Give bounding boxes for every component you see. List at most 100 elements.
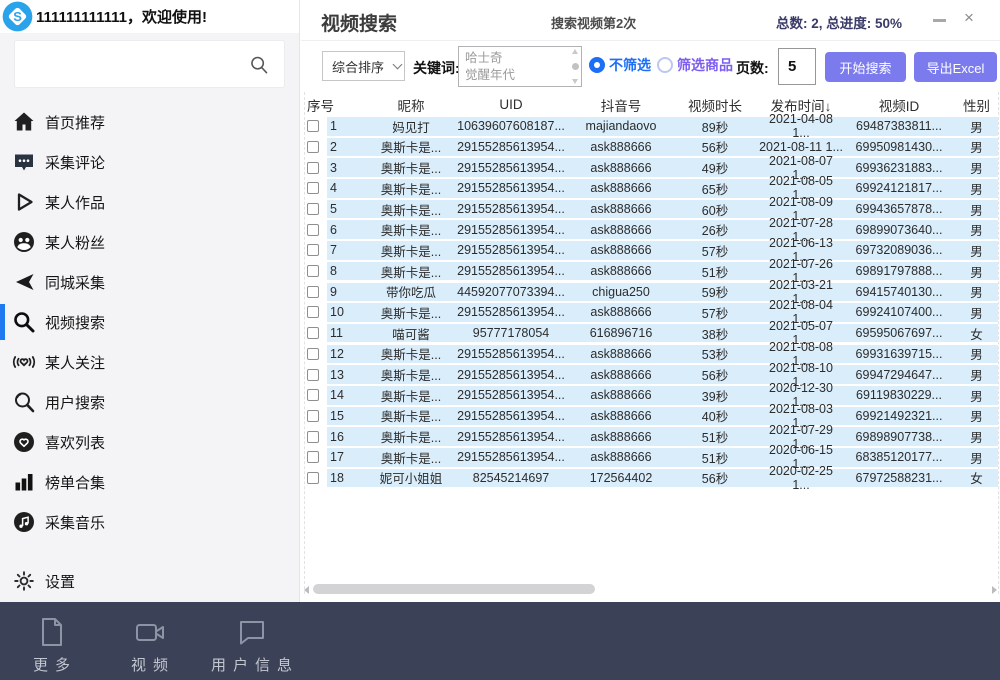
pages-input[interactable] xyxy=(778,48,816,85)
scroll-left-icon[interactable] xyxy=(304,586,309,594)
file-icon xyxy=(34,614,70,650)
row-checkbox[interactable] xyxy=(307,327,319,340)
row-checkbox[interactable] xyxy=(307,265,319,278)
active-indicator-bar xyxy=(0,504,5,540)
progress-status-text: 总数: 2, 总进度: 50% xyxy=(776,16,903,31)
sidebar-item-fans[interactable]: 某人粉丝 xyxy=(0,222,299,262)
bottombar-item-user-info[interactable]: 用户信息 xyxy=(204,614,299,675)
radio-filter-goods[interactable]: 筛选商品 xyxy=(657,55,733,75)
comment-icon xyxy=(12,150,36,174)
active-indicator-bar xyxy=(0,264,5,300)
video-icon xyxy=(132,614,168,650)
keyword-textarea[interactable]: 哈士奇 觉醒年代 xyxy=(458,46,582,87)
sidebar-header: S 111111111111，欢迎使用! xyxy=(0,0,299,33)
table-row[interactable]: 14 奥斯卡是... 29155285613954... ask888666 3… xyxy=(305,381,998,409)
play-icon xyxy=(12,190,36,214)
column-header-gender[interactable]: 性别 xyxy=(955,95,998,115)
gear-icon xyxy=(12,569,36,593)
table-row[interactable]: 17 奥斯卡是... 29155285613954... ask888666 5… xyxy=(305,443,998,471)
row-checkbox[interactable] xyxy=(307,161,319,174)
row-checkbox[interactable] xyxy=(307,223,319,236)
page-title: 视频搜索 xyxy=(321,14,398,35)
row-checkbox[interactable] xyxy=(307,244,319,257)
table-header-row: 序号 昵称 UID 抖音号 视频时长 发布时间↓ 视频ID 性别 xyxy=(305,92,998,117)
table-row[interactable]: 5 奥斯卡是... 29155285613954... ask888666 60… xyxy=(305,195,998,223)
heart-icon xyxy=(12,430,36,454)
main-panel: 视频搜索 搜索视频第2次 总数: 2, 总进度: 50% × 综合排序 关键词:… xyxy=(301,0,1000,602)
table-row[interactable]: 6 奥斯卡是... 29155285613954... ask888666 26… xyxy=(305,216,998,244)
sidebar-item-home[interactable]: 首页推荐 xyxy=(0,102,299,142)
sidebar-item-works[interactable]: 某人作品 xyxy=(0,182,299,222)
sidebar-item-music[interactable]: 采集音乐 xyxy=(0,502,299,542)
location-icon xyxy=(12,270,36,294)
settings-label: 设置 xyxy=(45,573,76,591)
chevron-down-icon xyxy=(392,59,403,69)
row-checkbox[interactable] xyxy=(307,285,319,298)
table-row[interactable]: 3 奥斯卡是... 29155285613954... ask888666 49… xyxy=(305,154,998,182)
sidebar-item-following[interactable]: 某人关注 xyxy=(0,342,299,382)
table-row[interactable]: 7 奥斯卡是... 29155285613954... ask888666 57… xyxy=(305,236,998,264)
column-header-no[interactable]: 序号 xyxy=(305,95,371,115)
table-row[interactable]: 10 奥斯卡是... 29155285613954... ask888666 5… xyxy=(305,298,998,326)
column-header-nickname[interactable]: 昵称 xyxy=(371,95,451,115)
search-icon xyxy=(248,54,270,76)
sidebar-item-rankings[interactable]: 榜单合集 xyxy=(0,462,299,502)
sidebar-item-settings[interactable]: 设置 xyxy=(0,561,299,601)
table-row[interactable]: 13 奥斯卡是... 29155285613954... ask888666 5… xyxy=(305,361,998,389)
row-checkbox[interactable] xyxy=(307,368,319,381)
follow-icon xyxy=(12,350,36,374)
sidebar-item-video-search[interactable]: 视频搜索 xyxy=(0,302,299,342)
start-search-button[interactable]: 开始搜索 xyxy=(825,52,906,82)
sidebar-item-user-search[interactable]: 用户搜索 xyxy=(0,382,299,422)
row-checkbox[interactable] xyxy=(307,182,319,195)
textarea-scrollbar[interactable] xyxy=(571,49,579,84)
table-row[interactable]: 11 喵可酱 95777178054 616896716 38秒 2021-05… xyxy=(305,319,998,347)
row-checkbox[interactable] xyxy=(307,471,319,484)
fans-icon xyxy=(12,230,36,254)
sidebar-item-city[interactable]: 同城采集 xyxy=(0,262,299,302)
sidebar-item-likes[interactable]: 喜欢列表 xyxy=(0,422,299,462)
table-row[interactable]: 12 奥斯卡是... 29155285613954... ask888666 5… xyxy=(305,340,998,368)
table-row[interactable]: 18 妮可小姐姐 82545214697 172564402 56秒 2020-… xyxy=(305,464,998,492)
scrollbar-thumb[interactable] xyxy=(313,584,595,594)
table-row[interactable]: 16 奥斯卡是... 29155285613954... ask888666 5… xyxy=(305,423,998,451)
bottombar-item-more[interactable]: 更多 xyxy=(26,614,77,675)
row-checkbox[interactable] xyxy=(307,347,319,360)
row-checkbox[interactable] xyxy=(307,389,319,402)
scroll-right-icon[interactable] xyxy=(992,586,997,594)
row-checkbox[interactable] xyxy=(307,451,319,464)
table-row[interactable]: 1 妈见打 10639607608187... majiandaovo 89秒 … xyxy=(305,112,998,140)
row-checkbox[interactable] xyxy=(307,430,319,443)
column-header-video-id[interactable]: 视频ID xyxy=(843,95,955,115)
minimize-button[interactable] xyxy=(933,19,946,22)
table-row[interactable]: 8 奥斯卡是... 29155285613954... ask888666 51… xyxy=(305,257,998,285)
row-checkbox[interactable] xyxy=(307,203,319,216)
sidebar-item-comments[interactable]: 采集评论 xyxy=(0,142,299,182)
user-search-icon xyxy=(12,390,36,414)
row-checkbox[interactable] xyxy=(307,120,319,133)
horizontal-scrollbar xyxy=(304,583,997,595)
column-header-duration[interactable]: 视频时长 xyxy=(671,95,759,115)
row-checkbox[interactable] xyxy=(307,409,319,422)
table-row[interactable]: 9 带你吃瓜 44592077073394... chigua250 59秒 2… xyxy=(305,278,998,306)
sidebar-search-input[interactable] xyxy=(14,40,285,88)
app-logo-icon: S xyxy=(2,1,33,32)
home-icon xyxy=(12,110,36,134)
active-indicator-bar xyxy=(0,464,5,500)
column-header-uid[interactable]: UID xyxy=(451,97,571,112)
active-indicator-bar xyxy=(0,424,5,460)
radio-no-filter[interactable]: 不筛选 xyxy=(589,55,651,75)
welcome-text: 111111111111，欢迎使用! xyxy=(36,9,207,26)
row-checkbox[interactable] xyxy=(307,140,319,153)
table-row[interactable]: 4 奥斯卡是... 29155285613954... ask888666 65… xyxy=(305,174,998,202)
export-excel-button[interactable]: 导出Excel xyxy=(914,52,997,82)
sort-order-select[interactable]: 综合排序 xyxy=(322,51,405,81)
table-row[interactable]: 15 奥斯卡是... 29155285613954... ask888666 4… xyxy=(305,402,998,430)
active-indicator-bar xyxy=(0,104,5,140)
close-button[interactable]: × xyxy=(964,8,974,28)
row-checkbox[interactable] xyxy=(307,306,319,319)
search-icon xyxy=(12,310,36,334)
column-header-douyin-id[interactable]: 抖音号 xyxy=(571,95,671,115)
bottombar-item-video[interactable]: 视频 xyxy=(124,614,175,675)
table-row[interactable]: 2 奥斯卡是... 29155285613954... ask888666 56… xyxy=(305,137,998,157)
